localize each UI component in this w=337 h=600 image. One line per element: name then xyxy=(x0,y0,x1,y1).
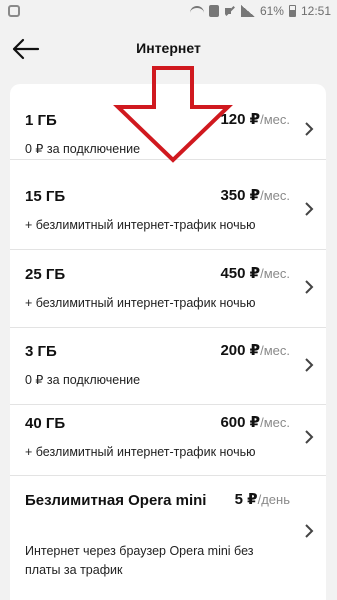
tariff-name: 1 ГБ xyxy=(25,112,57,129)
tariff-name: 15 ГБ xyxy=(25,188,66,205)
sim-icon xyxy=(208,5,219,17)
page-title: Интернет xyxy=(136,40,201,56)
chevron-right-icon xyxy=(304,430,314,444)
wifi-icon xyxy=(189,6,204,16)
tariff-row-1gb[interactable]: 1 ГБ 120 ₽/мес. 0 ₽ за подключение xyxy=(10,84,326,160)
tariff-description: + безлимитный интернет-трафик ночью xyxy=(25,445,256,459)
status-bar: 61% 12:51 xyxy=(0,0,337,24)
tariff-row-opera-mini[interactable]: Безлимитная Opera mini 5 ₽/день Интернет… xyxy=(10,476,326,596)
tariff-description: + безлимитный интернет-трафик ночью xyxy=(25,218,256,232)
tariff-name: Безлимитная Opera mini xyxy=(25,492,207,509)
tariff-name: 40 ГБ xyxy=(25,415,66,432)
tariff-price: 600 ₽/мес. xyxy=(220,414,290,431)
notification-icon xyxy=(8,5,20,17)
tariff-row-15gb[interactable]: 15 ГБ 350 ₽/мес. + безлимитный интернет-… xyxy=(10,172,326,250)
tariff-list: 1 ГБ 120 ₽/мес. 0 ₽ за подключение 15 ГБ… xyxy=(10,84,326,600)
tariff-price: 200 ₽/мес. xyxy=(220,342,290,359)
tariff-name: 25 ГБ xyxy=(25,266,66,283)
tariff-row-40gb[interactable]: 40 ГБ 600 ₽/мес. + безлимитный интернет-… xyxy=(10,405,326,476)
status-icons: 61% 12:51 xyxy=(189,4,331,18)
tariff-description: 0 ₽ за подключение xyxy=(25,142,141,156)
mute-icon xyxy=(224,5,236,17)
tariff-name: 3 ГБ xyxy=(25,343,57,360)
clock: 12:51 xyxy=(300,4,331,18)
tariff-price: 5 ₽/день xyxy=(234,491,290,508)
chevron-right-icon xyxy=(304,524,314,538)
tariff-description: 0 ₽ за подключение xyxy=(25,373,141,387)
battery-icon xyxy=(288,5,296,17)
tariff-row-25gb[interactable]: 25 ГБ 450 ₽/мес. + безлимитный интернет-… xyxy=(10,250,326,328)
chevron-right-icon xyxy=(304,122,314,136)
chevron-right-icon xyxy=(304,280,314,294)
tariff-price: 120 ₽/мес. xyxy=(220,111,290,128)
tariff-price: 450 ₽/мес. xyxy=(220,265,290,282)
tariff-description: Интернет через браузер Opera mini без пл… xyxy=(25,544,254,577)
battery-percent: 61% xyxy=(259,4,284,18)
signal-icon xyxy=(240,5,255,17)
chevron-right-icon xyxy=(304,202,314,216)
tariff-row-3gb[interactable]: 3 ГБ 200 ₽/мес. 0 ₽ за подключение xyxy=(10,328,326,405)
chevron-right-icon xyxy=(304,358,314,372)
tariff-description: + безлимитный интернет-трафик ночью xyxy=(25,296,256,310)
tariff-price: 350 ₽/мес. xyxy=(220,187,290,204)
top-app-bar: Интернет xyxy=(0,24,337,74)
